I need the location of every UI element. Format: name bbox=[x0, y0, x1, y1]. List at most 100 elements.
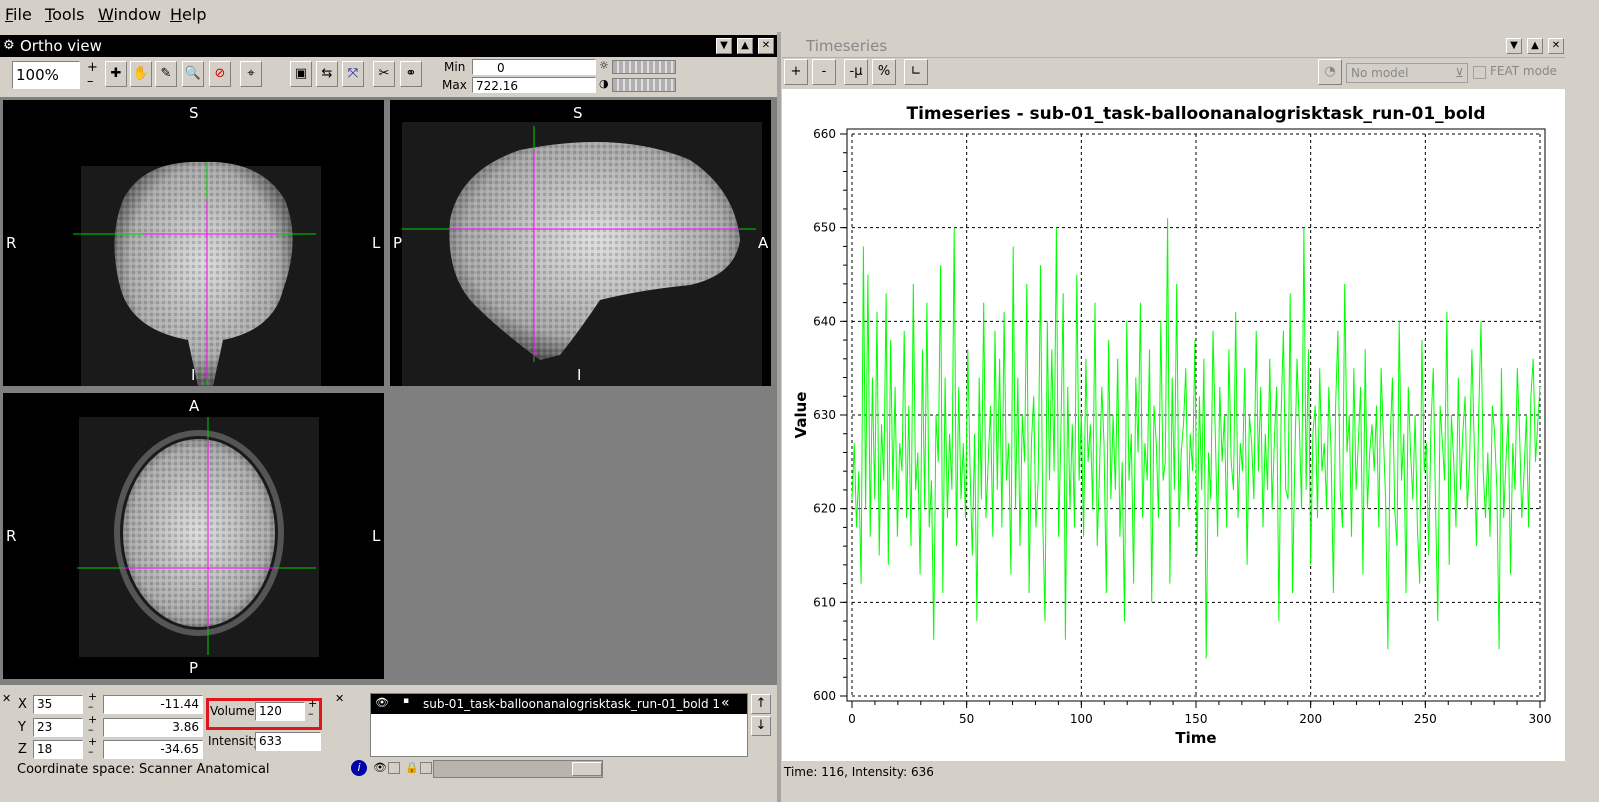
movie-tool[interactable]: ⇆ bbox=[316, 61, 338, 87]
overlay-visibility-icon[interactable]: 👁 bbox=[373, 761, 387, 774]
menu-window[interactable]: Window bbox=[98, 5, 161, 24]
x-spinner[interactable]: + – bbox=[88, 691, 97, 712]
panel-float-button[interactable]: ▲ bbox=[737, 38, 753, 54]
volume-spinner[interactable]: + – bbox=[308, 698, 317, 719]
overlay-expand-icon[interactable]: « bbox=[721, 695, 730, 711]
axial-view[interactable]: A P R L bbox=[3, 393, 384, 679]
ts-add-button[interactable]: + bbox=[784, 59, 808, 85]
location-panel: ✕ X Y Z 35 23 18 + – + – + – -11.44 3.86 -3… bbox=[0, 690, 340, 802]
ts-demean-button[interactable]: -μ bbox=[844, 59, 868, 85]
x-label: X bbox=[18, 697, 27, 712]
overlay-list-item[interactable]: 👁 ▪ sub-01_task-balloonanalogrisktask_ru… bbox=[371, 694, 747, 714]
opacity-slider[interactable] bbox=[433, 760, 603, 778]
lock-icon[interactable]: ▪ bbox=[403, 696, 409, 706]
orientation-tool[interactable]: ⤧ bbox=[342, 61, 364, 87]
coronal-label-bottom: I bbox=[191, 366, 196, 384]
reset-magnifier-icon: ⊘ bbox=[214, 66, 226, 81]
overlay-list-panel: ✕ 👁 ▪ sub-01_task-balloonanalogrisktask_… bbox=[333, 690, 778, 802]
tools-button[interactable]: ✂ bbox=[373, 61, 395, 87]
zoom-field[interactable]: 100% bbox=[12, 61, 80, 89]
ts-settings-button[interactable]: ∟ bbox=[904, 59, 928, 85]
panel-close-button[interactable]: ✕ bbox=[758, 38, 774, 54]
location-close-icon[interactable]: ✕ bbox=[2, 692, 11, 705]
x-voxel-field[interactable]: 35 bbox=[33, 695, 83, 714]
brightness-slider[interactable] bbox=[612, 60, 676, 74]
overlay-checkbox-2[interactable] bbox=[420, 762, 432, 774]
intensity-label: Intensity bbox=[208, 734, 261, 748]
opacity-slider-handle[interactable] bbox=[572, 762, 602, 776]
feat-mode-checkbox[interactable] bbox=[1473, 66, 1486, 79]
z-spinner[interactable]: + – bbox=[88, 736, 97, 757]
settings-button[interactable]: ⚭ bbox=[400, 61, 422, 87]
visibility-eye-icon[interactable]: 👁 bbox=[375, 696, 389, 709]
ts-float-button[interactable]: ▲ bbox=[1527, 38, 1543, 54]
volume-field[interactable]: 120 bbox=[255, 702, 305, 721]
contrast-slider[interactable] bbox=[612, 78, 676, 92]
z-voxel-field[interactable]: 18 bbox=[33, 740, 83, 759]
x-tick-label: 150 bbox=[1185, 712, 1208, 726]
menu-file[interactable]: File bbox=[5, 5, 32, 24]
coronal-image bbox=[73, 161, 321, 386]
x-tick-label: 100 bbox=[1070, 712, 1093, 726]
model-select-value: No model bbox=[1351, 66, 1409, 80]
coronal-label-left: R bbox=[6, 234, 17, 252]
zoom-increase-button[interactable]: + bbox=[87, 60, 98, 75]
y-tick-label: 620 bbox=[813, 502, 836, 516]
coronal-label-top: S bbox=[189, 104, 199, 122]
overlay-name: sub-01_task-balloonanalogrisktask_run-01… bbox=[423, 697, 721, 711]
info-icon[interactable]: i bbox=[351, 760, 367, 776]
y-world-field[interactable]: 3.86 bbox=[103, 718, 203, 737]
model-select[interactable]: No model ⊻ bbox=[1346, 63, 1468, 83]
crosshair-move-tool[interactable]: ✚ bbox=[105, 61, 127, 87]
x-axis-label: Time bbox=[1175, 729, 1216, 747]
max-field[interactable]: 722.16 bbox=[472, 77, 596, 93]
timeseries-chart[interactable]: 600 610 620 630 640 650 660 0 50 100 150 200 250 300 T… bbox=[782, 89, 1565, 761]
panel-collapse-button[interactable]: ▼ bbox=[716, 38, 732, 54]
feat-model-icon-button[interactable]: ◔ bbox=[1318, 59, 1342, 85]
menu-help[interactable]: Help bbox=[170, 5, 206, 24]
chart-title: Timeseries - sub-01_task-balloonanalogri… bbox=[906, 104, 1485, 124]
brightness-icon: ☼ bbox=[599, 59, 609, 72]
coronal-view[interactable]: S I R L bbox=[3, 100, 384, 386]
reset-zoom-tool[interactable]: ⊘ bbox=[209, 61, 231, 87]
min-field[interactable]: 0 bbox=[472, 59, 596, 75]
ts-collapse-button[interactable]: ▼ bbox=[1506, 38, 1522, 54]
hand-icon: ✋ bbox=[132, 66, 150, 81]
y-axis-label: Value bbox=[792, 392, 810, 439]
ortho-view-title: Ortho view bbox=[20, 37, 102, 55]
pan-tool[interactable]: ✋ bbox=[130, 61, 152, 87]
timeseries-status: Time: 116, Intensity: 636 bbox=[784, 765, 934, 779]
overlay-close-icon[interactable]: ✕ bbox=[335, 692, 344, 705]
screenshot-tool[interactable]: ▣ bbox=[290, 61, 312, 87]
overlay-lock-icon[interactable]: 🔒 bbox=[405, 761, 419, 774]
menu-tools[interactable]: Tools bbox=[45, 5, 84, 24]
x-tick-label: 200 bbox=[1299, 712, 1322, 726]
x-tick-label: 250 bbox=[1414, 712, 1437, 726]
z-world-field[interactable]: -34.65 bbox=[103, 740, 203, 759]
y-label: Y bbox=[18, 720, 26, 735]
y-voxel-field[interactable]: 23 bbox=[33, 718, 83, 737]
sagittal-label-right: A bbox=[758, 234, 769, 252]
plus-icon: ✚ bbox=[110, 66, 122, 81]
sagittal-view[interactable]: S I P A bbox=[390, 100, 771, 386]
zoom-decrease-button[interactable]: – bbox=[87, 74, 94, 89]
panel-menu-icon[interactable]: ⚙ bbox=[3, 38, 15, 53]
overlay-checkbox-1[interactable] bbox=[388, 762, 400, 774]
ts-remove-button[interactable]: - bbox=[812, 59, 836, 85]
z-label: Z bbox=[18, 742, 27, 757]
move-down-button[interactable]: ↓ bbox=[751, 716, 771, 736]
ts-percent-button[interactable]: % bbox=[872, 59, 896, 85]
coronal-label-right: L bbox=[372, 234, 381, 252]
y-tick-label: 600 bbox=[813, 689, 836, 703]
y-spinner[interactable]: + – bbox=[88, 714, 97, 735]
ts-close-button[interactable]: ✕ bbox=[1548, 38, 1564, 54]
panel-divider[interactable] bbox=[777, 32, 781, 802]
x-world-field[interactable]: -11.44 bbox=[103, 695, 203, 714]
edit-tool[interactable]: ✎ bbox=[155, 61, 177, 87]
ortho-toolbar: 100% + – ✚ ✋ ✎ 🔍 ⊘ ⌖ ▣ ⇆ ⤧ ✂ ⚭ Min Max 0… bbox=[0, 58, 777, 96]
binoculars-icon: ⚭ bbox=[405, 66, 417, 81]
center-cursor-tool[interactable]: ⌖ bbox=[240, 61, 262, 87]
wrench-icon: ✂ bbox=[378, 66, 390, 81]
move-up-button[interactable]: ↑ bbox=[751, 694, 771, 714]
zoom-tool[interactable]: 🔍 bbox=[182, 61, 204, 87]
